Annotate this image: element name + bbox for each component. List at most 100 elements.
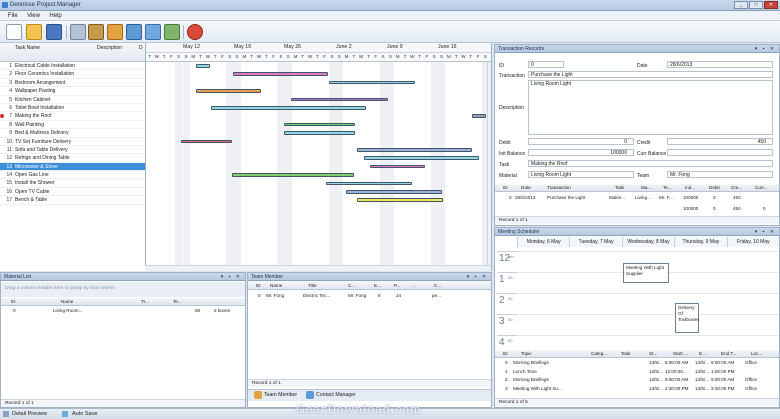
menu-view[interactable]: View <box>27 13 40 19</box>
scheduler-day-header[interactable]: Friday, 10 May <box>726 237 779 247</box>
field-material[interactable]: Living Room Light <box>528 171 634 178</box>
task-bar[interactable] <box>357 198 443 202</box>
sched-row-loc[interactable]: Office <box>745 360 757 365</box>
team-record-nav[interactable]: Record 1 of 1 <box>248 379 491 387</box>
col-topic[interactable]: Topic <box>521 351 532 356</box>
sched-row-topic[interactable]: Morning Briefings <box>513 360 549 365</box>
open-folder-icon[interactable] <box>26 24 42 40</box>
task-bar[interactable] <box>291 97 388 102</box>
col-id[interactable]: ID <box>11 299 16 304</box>
gantt-horizontal-scrollbar[interactable] <box>145 265 491 271</box>
col-name[interactable]: Name <box>61 299 73 304</box>
col-te[interactable]: Te... <box>173 299 182 304</box>
appointment-light-supplier[interactable]: Meeting With Light Supplier <box>623 263 669 283</box>
save-icon[interactable] <box>46 24 62 40</box>
menu-help[interactable]: Help <box>49 13 61 19</box>
task-row[interactable]: 5 Kitchen Cabinet <box>0 96 145 104</box>
appointment-toolboxes[interactable]: Delivery Of Toolboxes <box>675 303 699 333</box>
trans-row-material[interactable]: Living... <box>635 195 651 200</box>
field-description[interactable]: Living Room Light <box>528 80 773 135</box>
col-task[interactable]: Task <box>615 185 624 190</box>
task-bar[interactable] <box>196 89 261 93</box>
task-row[interactable]: 13 Microwave & Stove <box>0 162 145 172</box>
col-debit[interactable]: Debit <box>709 185 720 190</box>
sched-row-topic[interactable]: Meeting With Light Su... <box>513 386 562 391</box>
col-curr[interactable]: Curr... <box>755 185 768 190</box>
sched-row-start[interactable]: 8:00:00 AM <box>665 360 688 365</box>
field-debit[interactable]: 0 <box>528 138 634 145</box>
task-bar[interactable] <box>329 80 415 85</box>
trans-row-transaction[interactable]: Purchase the Light <box>547 195 585 200</box>
minimize-button[interactable]: _ <box>734 1 748 9</box>
col-p[interactable]: P... <box>394 283 400 288</box>
scheduler-record-nav[interactable]: Record 1 of 5 <box>495 398 779 406</box>
notebook-icon[interactable] <box>88 24 104 40</box>
maximize-button[interactable]: □ <box>749 1 763 9</box>
task-bar[interactable] <box>196 64 210 68</box>
col-loc[interactable]: Loc... <box>751 351 762 356</box>
task-row[interactable]: 10 TV Set Furniture Delivery <box>0 138 145 146</box>
panel-buttons[interactable]: ▾ ▪ ✕ <box>467 273 488 281</box>
sched-row-id[interactable]: 3 <box>505 386 508 391</box>
task-bar[interactable] <box>326 181 412 186</box>
col-category[interactable]: Categ... <box>591 351 607 356</box>
trans-row-date[interactable]: 28/6/2013 <box>515 195 535 200</box>
trans-row-init[interactable]: 100000 <box>683 195 698 200</box>
sched-row-end[interactable]: 3:30:00 PM <box>711 386 735 391</box>
col-name[interactable]: Name <box>270 283 282 288</box>
sched-row-e[interactable]: 13/5/... <box>695 369 709 374</box>
col-material[interactable]: Ma... <box>641 185 651 190</box>
task-row[interactable]: 12 Refrige and Dining Table <box>0 154 145 163</box>
task-row[interactable]: 6 Toilet Bowl Installation <box>0 104 145 113</box>
team-row-title[interactable]: Electric Tec... <box>303 293 330 298</box>
task-row[interactable]: 4 Wallpaper Pasting <box>0 87 145 96</box>
team-row-e[interactable]: 8 <box>378 293 381 298</box>
sched-row-topic[interactable]: Morning Briefings <box>513 377 549 382</box>
task-row[interactable]: 11 Sofa and Table Delivery <box>0 146 145 155</box>
task-bar[interactable] <box>346 190 442 194</box>
team-icon[interactable] <box>126 24 142 40</box>
col-transaction[interactable]: Transaction <box>547 185 571 190</box>
col-team[interactable]: Te... <box>663 185 672 190</box>
task-bar[interactable] <box>370 164 425 169</box>
sched-row-st[interactable]: 13/5/... <box>649 377 663 382</box>
col-task-name[interactable]: Task Name <box>15 45 40 51</box>
col-e[interactable]: E... <box>374 283 381 288</box>
col-credit[interactable]: Cre... <box>731 185 742 190</box>
task-row[interactable]: 8 Wall Painting <box>0 121 145 130</box>
sched-row-start[interactable]: 12:00:00... <box>665 369 687 374</box>
sched-row-loc[interactable]: Office <box>745 377 757 382</box>
menu-file[interactable]: File <box>8 13 18 19</box>
task-row[interactable]: 16 Open TV Cable <box>0 188 145 197</box>
task-bar[interactable] <box>357 148 472 152</box>
sched-row-end[interactable]: 9:00:00 AM <box>711 377 734 382</box>
field-date[interactable]: 28/6/2013 <box>667 61 773 68</box>
task-bar[interactable] <box>211 106 366 110</box>
col-e[interactable]: E... <box>699 351 706 356</box>
sched-row-st[interactable]: 13/5/... <box>649 369 663 374</box>
col-c[interactable]: C... <box>348 283 355 288</box>
trans-row-task[interactable]: Makin... <box>609 195 625 200</box>
team-row-c[interactable]: Mr. Fong <box>348 293 366 298</box>
team-row-p[interactable]: 24 <box>396 293 401 298</box>
sched-row-id[interactable]: 2 <box>505 377 508 382</box>
tools-icon[interactable] <box>164 24 180 40</box>
power-icon[interactable] <box>187 24 203 40</box>
field-transaction[interactable]: Purchase the Light <box>528 71 773 78</box>
sched-row-e[interactable]: 13/5/... <box>695 360 709 365</box>
col-id[interactable]: ID <box>503 185 508 190</box>
task-row[interactable]: 9 Bed & Mattress Delivery <box>0 129 145 138</box>
gantt-vertical-scrollbar[interactable] <box>487 62 491 271</box>
sched-row-end[interactable]: 9:00:00 AM <box>711 360 734 365</box>
close-button[interactable]: ✕ <box>764 1 778 9</box>
people-icon[interactable] <box>107 24 123 40</box>
team-row-id[interactable]: 0 <box>258 293 261 298</box>
sched-row-e[interactable]: 13/5/... <box>695 377 709 382</box>
col-date[interactable]: Date <box>521 185 531 190</box>
col-title[interactable]: Title <box>308 283 317 288</box>
auto-save-toggle[interactable]: Auto Save <box>72 411 97 417</box>
task-bar[interactable] <box>233 72 328 76</box>
field-credit[interactable]: 450 <box>667 138 773 145</box>
scheduler-day-header[interactable]: Tuesday, 7 May <box>569 237 622 247</box>
team-row-name[interactable]: Mr. Fong <box>266 293 284 298</box>
